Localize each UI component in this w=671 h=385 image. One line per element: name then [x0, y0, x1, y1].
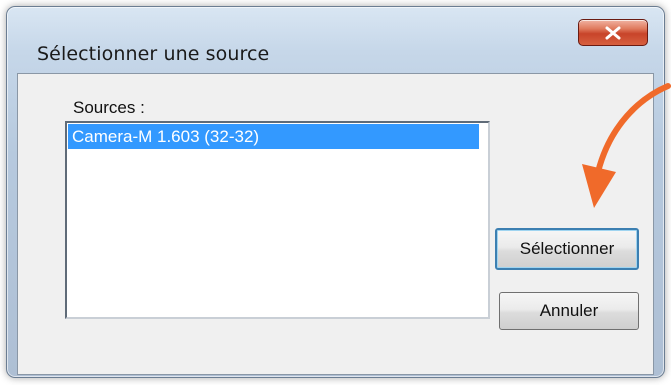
- close-button[interactable]: [578, 19, 648, 46]
- select-button[interactable]: Sélectionner: [495, 228, 639, 270]
- list-item[interactable]: Camera-M 1.603 (32-32): [68, 124, 479, 149]
- sources-listbox[interactable]: Camera-M 1.603 (32-32): [65, 121, 490, 319]
- screenshot-stage: Sélectionner une source Sources : Camera…: [0, 0, 671, 385]
- sources-label: Sources :: [73, 98, 145, 117]
- dialog-client-area: Sources : Camera-M 1.603 (32-32) Sélecti…: [17, 73, 654, 375]
- close-icon: [604, 26, 622, 40]
- cancel-button[interactable]: Annuler: [499, 292, 639, 330]
- dialog-window: Sélectionner une source Sources : Camera…: [6, 6, 665, 378]
- window-title: Sélectionner une source: [37, 43, 270, 65]
